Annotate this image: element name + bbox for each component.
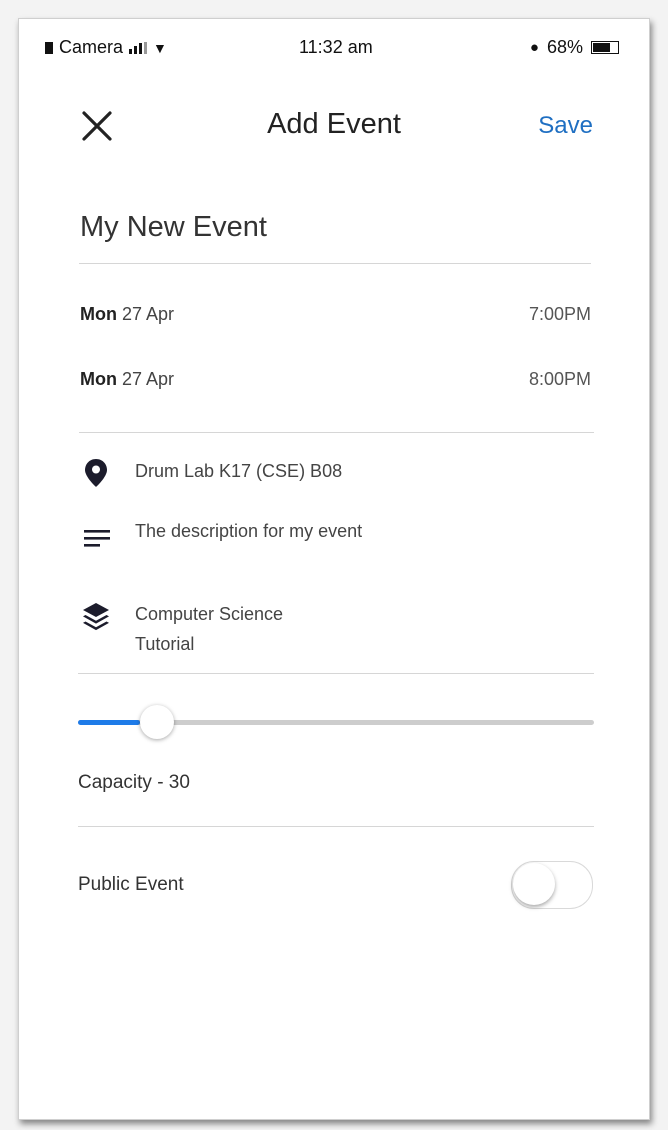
status-time: 11:32 am — [299, 37, 373, 57]
layers-icon — [83, 603, 109, 631]
category-row[interactable]: Computer Science Tutorial — [79, 599, 591, 659]
battery-percent: 68% — [546, 37, 583, 57]
end-time[interactable]: 8:00PM — [529, 369, 591, 390]
carrier-label: Camera — [59, 37, 124, 57]
app-back-indicator-icon — [45, 41, 53, 54]
end-date: 27 Apr — [122, 369, 175, 389]
divider — [78, 673, 594, 674]
public-event-label: Public Event — [78, 874, 184, 895]
notes-icon — [84, 530, 110, 547]
start-day: Mon — [80, 304, 117, 324]
capacity-slider[interactable] — [78, 702, 594, 742]
wifi-icon: ▼ — [153, 39, 167, 56]
orientation-lock-icon: ● — [529, 39, 539, 56]
category-text: Computer Science Tutorial — [135, 599, 283, 659]
location-pin-icon — [85, 459, 107, 487]
toggle-knob — [513, 863, 555, 905]
status-right: ● 68% — [530, 37, 619, 58]
divider — [78, 826, 594, 827]
start-date: 27 Apr — [122, 304, 175, 324]
description-row[interactable]: The description for my event — [79, 516, 591, 550]
slider-thumb[interactable] — [140, 705, 174, 739]
divider — [79, 263, 591, 264]
status-left: Camera ▼ — [45, 37, 167, 58]
battery-icon — [591, 41, 619, 54]
status-bar: Camera ▼ 11:32 am ● 68% — [19, 37, 649, 61]
end-date-row[interactable]: Mon 27 Apr 8:00PM — [80, 369, 591, 395]
capacity-label: Capacity - 30 — [78, 772, 190, 793]
location-text: Drum Lab K17 (CSE) B08 — [135, 461, 343, 481]
divider — [79, 432, 594, 433]
public-event-toggle[interactable] — [511, 861, 593, 909]
location-row[interactable]: Drum Lab K17 (CSE) B08 — [79, 456, 591, 490]
event-name-input[interactable] — [80, 211, 591, 244]
slider-fill — [78, 720, 140, 725]
start-date-row[interactable]: Mon 27 Apr 7:00PM — [80, 304, 591, 330]
description-text: The description for my event — [135, 521, 363, 541]
end-day: Mon — [80, 369, 117, 389]
phone-screen: Camera ▼ 11:32 am ● 68% Add Event Save M… — [18, 18, 650, 1120]
signal-icon — [129, 41, 148, 54]
save-button[interactable]: Save — [538, 112, 593, 140]
start-time[interactable]: 7:00PM — [529, 304, 591, 325]
category-type: Tutorial — [135, 634, 195, 654]
header: Add Event Save — [19, 104, 649, 148]
category-name: Computer Science — [135, 604, 284, 624]
